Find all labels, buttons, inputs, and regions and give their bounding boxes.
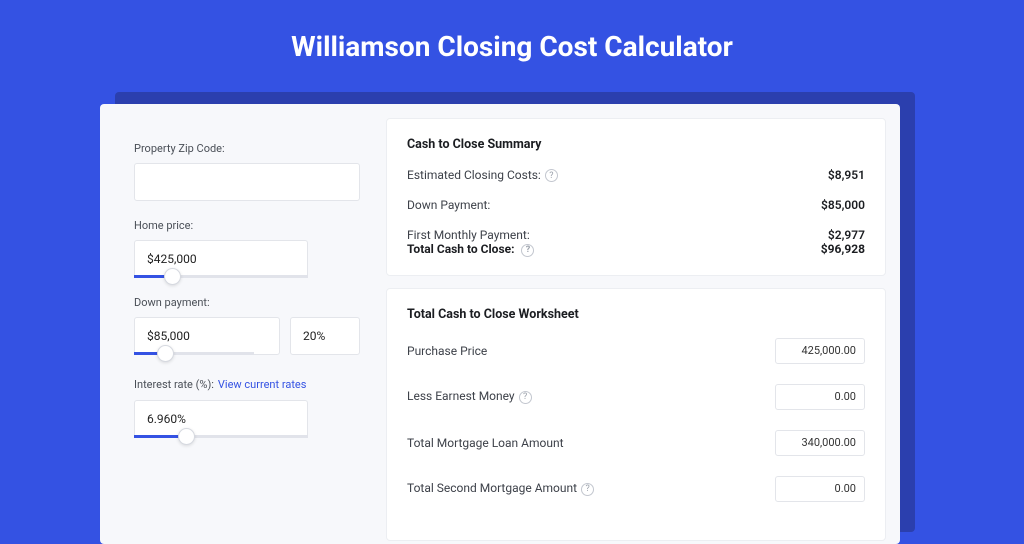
worksheet-row: Total Second Mortgage Amount? 0.00 [407,476,865,502]
down-payment-slider[interactable] [134,352,254,355]
worksheet-panel: Total Cash to Close Worksheet Purchase P… [386,288,886,541]
worksheet-row: Purchase Price 425,000.00 [407,338,865,364]
summary-row-value: $85,000 [821,198,865,212]
worksheet-row-label: Less Earnest Money [407,389,515,403]
home-price-input[interactable] [134,240,308,278]
summary-heading: Cash to Close Summary [407,137,865,152]
down-payment-percent-input[interactable] [290,317,360,355]
summary-panel: Cash to Close Summary Estimated Closing … [386,118,886,276]
interest-field: Interest rate (%): View current rates [134,373,360,438]
worksheet-row: Total Mortgage Loan Amount 340,000.00 [407,430,865,456]
interest-slider[interactable] [134,435,308,438]
summary-row-label: Down Payment: [407,198,490,212]
page-title: Williamson Closing Cost Calculator [0,0,1024,63]
inputs-panel: Property Zip Code: Home price: Down paym… [100,104,380,544]
interest-slider-thumb[interactable] [178,428,195,445]
summary-row: First Monthly Payment: $2,977 [407,228,865,242]
worksheet-row-label: Total Second Mortgage Amount [407,481,577,495]
interest-label: Interest rate (%): [134,378,214,391]
worksheet-row-value[interactable]: 0.00 [775,476,865,502]
summary-total-value: $96,928 [821,242,865,256]
summary-row-label: First Monthly Payment: [407,228,530,242]
summary-row-value: $8,951 [828,168,865,182]
worksheet-row-value[interactable]: 340,000.00 [775,430,865,456]
help-icon[interactable]: ? [519,391,532,404]
summary-row: Down Payment: $85,000 [407,198,865,212]
interest-input[interactable] [134,400,308,438]
worksheet-heading: Total Cash to Close Worksheet [407,307,865,322]
results-panel: Cash to Close Summary Estimated Closing … [380,104,900,544]
zip-label: Property Zip Code: [134,142,360,155]
zip-input[interactable] [134,163,360,201]
home-price-label: Home price: [134,219,360,232]
home-price-slider-thumb[interactable] [164,268,181,285]
help-icon[interactable]: ? [581,483,594,496]
worksheet-row-value[interactable]: 0.00 [775,384,865,410]
view-rates-link[interactable]: View current rates [218,378,307,391]
worksheet-row-value[interactable]: 425,000.00 [775,338,865,364]
help-icon[interactable]: ? [545,169,558,182]
home-price-field: Home price: [134,219,360,278]
summary-total-row: Total Cash to Close: ? $96,928 [407,242,865,256]
worksheet-row-label: Purchase Price [407,344,487,358]
down-payment-label: Down payment: [134,296,360,309]
summary-row: Estimated Closing Costs:? $8,951 [407,168,865,182]
worksheet-row-label: Total Mortgage Loan Amount [407,436,564,450]
calculator-card: Property Zip Code: Home price: Down paym… [100,104,900,544]
help-icon[interactable]: ? [521,244,534,257]
summary-row-label: Estimated Closing Costs: [407,168,541,182]
summary-row-value: $2,977 [828,228,865,242]
worksheet-row: Less Earnest Money? 0.00 [407,384,865,410]
summary-total-label: Total Cash to Close: [407,242,514,256]
home-price-slider[interactable] [134,275,308,278]
zip-field: Property Zip Code: [134,142,360,201]
down-payment-field: Down payment: [134,296,360,355]
down-payment-slider-thumb[interactable] [157,345,174,362]
down-payment-input[interactable] [134,317,280,355]
